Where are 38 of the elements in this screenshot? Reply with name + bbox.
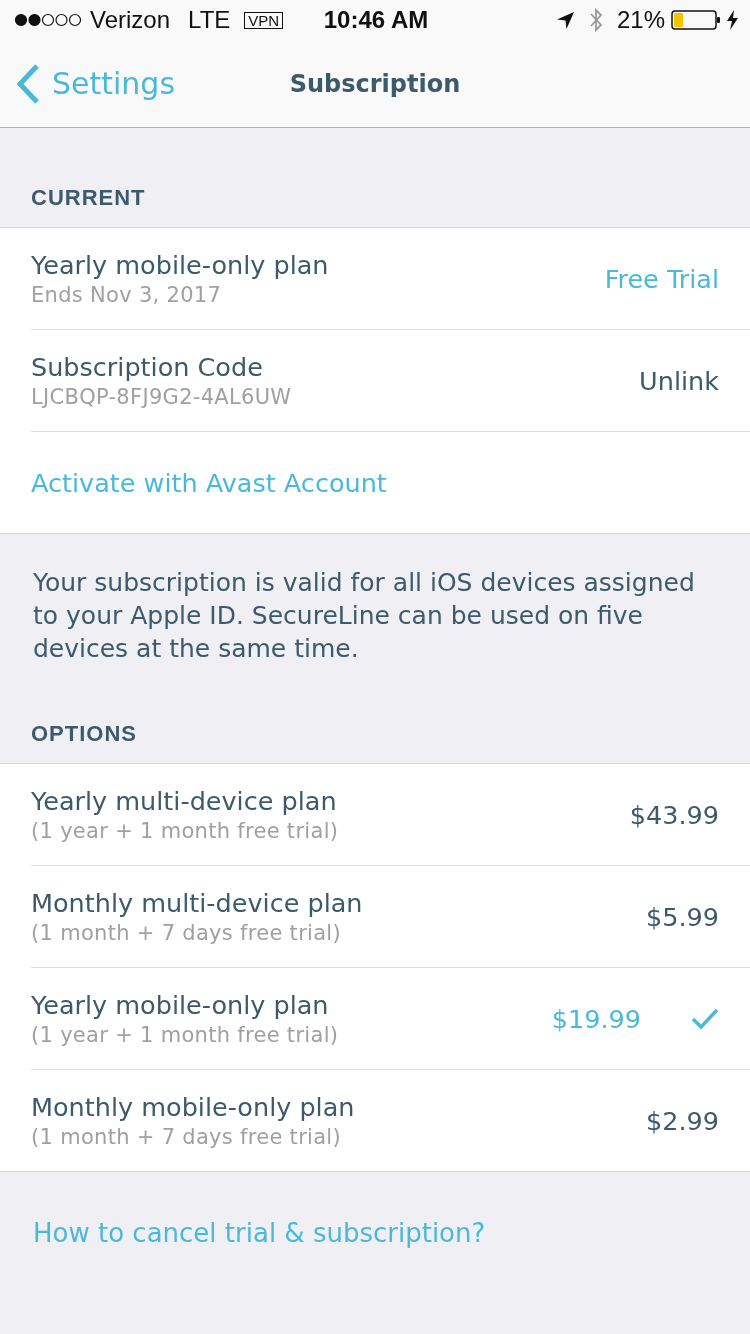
location-arrow-icon [555, 10, 575, 30]
battery-icon [671, 9, 721, 31]
plan-detail: (1 year + 1 month free trial) [31, 819, 340, 843]
plan-name: Yearly mobile-only plan [31, 990, 330, 1020]
screen-title: Subscription [289, 69, 461, 98]
clock-time: 10:46 AM [323, 6, 429, 34]
carrier-name: Verizon [90, 6, 171, 34]
plan-price: $5.99 [646, 901, 719, 932]
plan-price: $2.99 [646, 1105, 719, 1136]
section-header: OPTIONS [31, 721, 137, 747]
charging-bolt-icon [727, 10, 738, 30]
unlink-button[interactable]: Unlink [639, 365, 719, 396]
plan-option[interactable]: Monthly mobile-only plan (1 month + 7 days free trial) $2.99 [31, 1070, 750, 1171]
battery-percentage: 21% [616, 6, 665, 34]
plan-name: Yearly multi-device plan [31, 786, 338, 816]
status-label: Free Trial [604, 263, 719, 294]
plan-option[interactable]: Monthly multi-device plan (1 month + 7 days free trial) $5.99 [31, 866, 750, 968]
plan-option[interactable]: Yearly multi-device plan (1 year + 1 month free trial) $43.99 [31, 764, 750, 866]
plan-option[interactable]: Yearly mobile-only plan (1 year + 1 month free trial) $19.99 [31, 968, 750, 1070]
row-subtitle: LJCBQP-8FJ9G2-4AL6UW [31, 385, 293, 409]
row-title: Yearly mobile-only plan [31, 250, 330, 280]
vpn-badge: VPN [244, 11, 284, 29]
plan-name: Monthly multi-device plan [31, 888, 364, 918]
plan-price: $19.99 [551, 1003, 641, 1034]
section-header: CURRENT [31, 185, 146, 211]
plan-name: Monthly mobile-only plan [31, 1092, 356, 1122]
plan-detail: (1 year + 1 month free trial) [31, 1023, 340, 1047]
bluetooth-icon [588, 8, 603, 32]
signal-strength-icon [14, 13, 82, 27]
back-chevron-icon [16, 62, 40, 105]
row-subtitle: Ends Nov 3, 2017 [31, 283, 223, 307]
plan-detail: (1 month + 7 days free trial) [31, 921, 342, 945]
network-type: LTE [188, 6, 231, 34]
plan-detail: (1 month + 7 days free trial) [31, 1125, 342, 1149]
row-title: Subscription Code [31, 352, 264, 382]
plan-price: $43.99 [629, 799, 719, 830]
checkmark-icon [691, 1007, 719, 1030]
info-text: Your subscription is valid for all iOS devices assigned to your Apple ID. SecureLine can be used on five devices at the same time. [32, 567, 696, 665]
